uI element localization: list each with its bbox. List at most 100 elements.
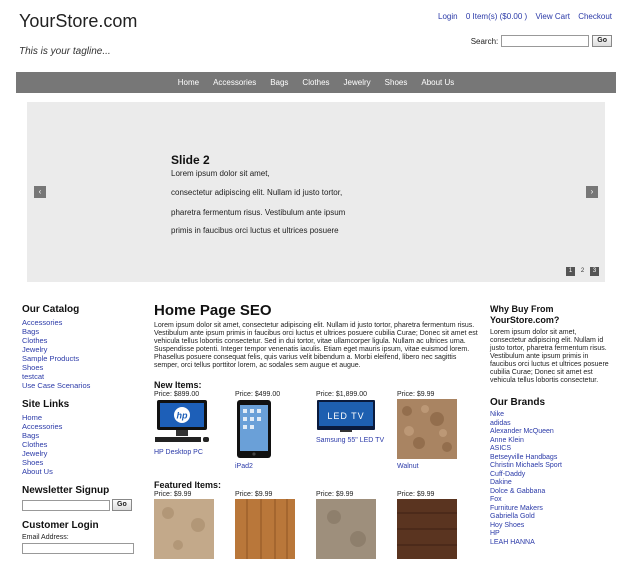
nav-bags[interactable]: Bags	[270, 78, 288, 87]
search-input[interactable]	[501, 35, 590, 47]
brand-link[interactable]: Christin Michaels Sport	[490, 462, 610, 471]
brand-link[interactable]: Betseyville Handbags	[490, 454, 610, 463]
main-nav: Home Accessories Bags Clothes Jewelry Sh…	[16, 72, 616, 93]
product-price: Price: $1,899.00	[316, 391, 367, 398]
product-card: Price: $9.99	[316, 491, 397, 561]
product-price: Price: $499.00	[235, 391, 281, 398]
slider-page-3[interactable]: 3	[590, 267, 599, 276]
new-items-grid: Price: $899.00 hp HP Desktop PC Price: $…	[154, 391, 478, 470]
cart-count-link[interactable]: 0 Item(s) ($0.00 )	[466, 12, 527, 21]
why-buy-text: Lorem ipsum dolor sit amet, consectetur …	[490, 329, 609, 384]
gray-stone-image[interactable]	[316, 499, 376, 559]
nav-accessories[interactable]: Accessories	[213, 78, 256, 87]
catalog-link[interactable]: Sample Products	[22, 354, 79, 363]
slider-pagination: 1 2 3	[566, 267, 599, 276]
brand-link[interactable]: Fox	[490, 496, 610, 505]
left-sidebar: Our Catalog Accessories Bags Clothes Jew…	[22, 304, 134, 554]
site-link[interactable]: Clothes	[22, 440, 47, 449]
site-link[interactable]: About Us	[22, 467, 53, 476]
top-links: Login 0 Item(s) ($0.00 ) View Cart Check…	[432, 12, 612, 21]
slider-prev-button[interactable]: ‹	[34, 186, 46, 198]
search-bar: Search: Go	[471, 35, 612, 47]
featured-items-heading: Featured Items:	[154, 480, 222, 490]
catalog-link[interactable]: Clothes	[22, 336, 47, 345]
slide-text-line: pharetra fermentum risus. Vestibulum ant…	[171, 208, 346, 217]
slide-text-line: primis in faucibus orci luctus et ultric…	[171, 226, 339, 235]
brand-link[interactable]: ASICS	[490, 445, 610, 454]
slide-text-line: Lorem ipsum dolor sit amet,	[171, 169, 270, 178]
nav-about-us[interactable]: About Us	[421, 78, 454, 87]
catalog-link[interactable]: Use Case Scenarios	[22, 381, 90, 390]
catalog-link[interactable]: Shoes	[22, 363, 43, 372]
product-name-link[interactable]: HP Desktop PC	[154, 449, 235, 456]
site-link[interactable]: Jewelry	[22, 449, 47, 458]
nav-home[interactable]: Home	[178, 78, 199, 87]
tagline: This is your tagline...	[19, 46, 111, 57]
site-link[interactable]: Shoes	[22, 458, 43, 467]
catalog-link[interactable]: testcat	[22, 372, 44, 381]
nav-clothes[interactable]: Clothes	[302, 78, 329, 87]
brands-list: Nike adidas Alexander McQueen Anne Klein…	[490, 411, 610, 547]
product-price: Price: $9.99	[154, 491, 192, 498]
slide-text-line: consectetur adipiscing elit. Nullam id j…	[171, 188, 343, 197]
view-cart-link[interactable]: View Cart	[535, 12, 570, 21]
product-card: Price: $499.00 iPad2	[235, 391, 316, 470]
product-card: Price: $9.99	[235, 491, 316, 561]
product-card: Price: $9.99 Walnut	[397, 391, 478, 470]
brand-link[interactable]: Dolce & Gabbana	[490, 488, 610, 497]
brands-heading: Our Brands	[490, 397, 546, 408]
product-card: Price: $9.99	[154, 491, 235, 561]
wood-floor-image[interactable]	[235, 499, 295, 559]
main-content: Home Page SEO Lorem ipsum dolor sit amet…	[154, 302, 478, 561]
why-buy-heading: Why Buy From YourStore.com?	[490, 304, 560, 325]
product-card: Price: $9.99	[397, 491, 478, 561]
new-items-heading: New Items:	[154, 380, 202, 390]
newsletter-email-input[interactable]	[22, 499, 110, 511]
brand-link[interactable]: Dakine	[490, 479, 610, 488]
product-price: Price: $9.99	[235, 491, 273, 498]
checkout-link[interactable]: Checkout	[578, 12, 612, 21]
brand-link[interactable]: Alexander McQueen	[490, 428, 610, 437]
nav-jewelry[interactable]: Jewelry	[344, 78, 371, 87]
slider-page-2[interactable]: 2	[578, 267, 587, 276]
brand-link[interactable]: HP	[490, 530, 610, 539]
site-link[interactable]: Accessories	[22, 422, 62, 431]
product-name-link[interactable]: iPad2	[235, 463, 316, 470]
brand-link[interactable]: Anne Klein	[490, 437, 610, 446]
slider-next-button[interactable]: ›	[586, 186, 598, 198]
brand-link[interactable]: Furniture Makers	[490, 505, 610, 514]
product-price: Price: $899.00	[154, 391, 200, 398]
slider-page-1[interactable]: 1	[566, 267, 575, 276]
nav-shoes[interactable]: Shoes	[385, 78, 408, 87]
brand-link[interactable]: Hoy Shoes	[490, 522, 610, 531]
login-link[interactable]: Login	[438, 12, 458, 21]
catalog-list: Accessories Bags Clothes Jewelry Sample …	[22, 318, 132, 390]
newsletter-go-button[interactable]: Go	[112, 499, 132, 511]
store-logo[interactable]: YourStore.com	[19, 11, 137, 32]
product-name-link[interactable]: Walnut	[397, 463, 478, 470]
catalog-link[interactable]: Accessories	[22, 318, 62, 327]
brand-link[interactable]: Nike	[490, 411, 610, 420]
hero-slider: Slide 2 Lorem ipsum dolor sit amet, cons…	[27, 102, 605, 282]
catalog-link[interactable]: Bags	[22, 327, 39, 336]
brand-link[interactable]: Gabriella Gold	[490, 513, 610, 522]
product-name-link[interactable]: Samsung 55" LED TV	[316, 437, 397, 444]
brand-link[interactable]: adidas	[490, 420, 610, 429]
site-link[interactable]: Bags	[22, 431, 39, 440]
walnut-stone-image[interactable]	[397, 399, 457, 459]
catalog-link[interactable]: Jewelry	[22, 345, 47, 354]
brand-link[interactable]: LEAH HANNA	[490, 539, 610, 548]
svg-text:hp: hp	[177, 411, 188, 421]
dark-wood-image[interactable]	[397, 499, 457, 559]
login-email-input[interactable]	[22, 543, 134, 554]
site-link[interactable]: Home	[22, 413, 42, 422]
search-button[interactable]: Go	[592, 35, 612, 47]
intro-paragraph: Lorem ipsum dolor sit amet, consectetur …	[154, 322, 478, 369]
led-tv-image[interactable]: LED TV	[316, 399, 376, 433]
brand-link[interactable]: Cuff-Daddy	[490, 471, 610, 480]
hp-desktop-image[interactable]: hp	[154, 399, 210, 445]
featured-items-grid: Price: $9.99 Price: $9.99 Price: $9.99 P…	[154, 491, 478, 561]
product-card: Price: $899.00 hp HP Desktop PC	[154, 391, 235, 470]
ipad-image[interactable]	[235, 399, 275, 459]
stone-tile-image[interactable]	[154, 499, 214, 559]
